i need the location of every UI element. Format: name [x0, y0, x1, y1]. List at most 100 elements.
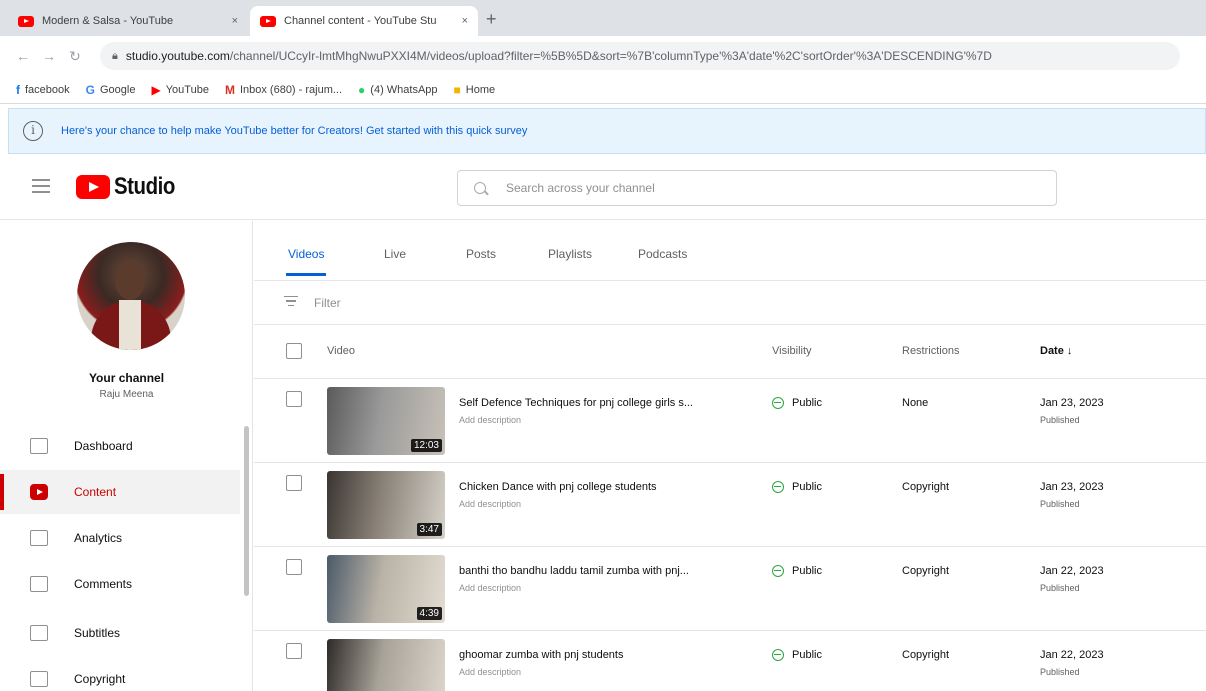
video-duration: 3:47	[416, 523, 442, 536]
video-duration: 4:39	[416, 607, 442, 620]
tab-posts[interactable]: Posts	[466, 247, 496, 261]
date-value: Jan 23, 2023	[1040, 397, 1104, 409]
visibility-cell[interactable]: Public	[772, 481, 822, 493]
visibility-cell[interactable]: Public	[772, 565, 822, 577]
subtitles-icon	[30, 625, 48, 641]
public-globe-icon	[772, 481, 784, 493]
sidebar-item-analytics[interactable]: Analytics	[0, 516, 240, 560]
browser-tab-strip: Modern & Salsa - YouTube × Channel conte…	[0, 0, 1206, 36]
copyright-icon	[30, 671, 48, 687]
video-description: Add description	[459, 415, 522, 425]
studio-header: Studio Search across your channel	[0, 158, 1206, 220]
browser-tab-title: Channel content - YouTube Stu	[284, 15, 437, 27]
video-description: Add description	[459, 499, 522, 509]
url-host: studio.youtube.com	[125, 49, 230, 63]
survey-banner: i Here's your chance to help make YouTub…	[8, 108, 1206, 154]
tab-podcasts[interactable]: Podcasts	[638, 247, 687, 261]
column-header-visibility: Visibility	[772, 345, 812, 357]
table-row[interactable]: ghoomar zumba with pnj students Add desc…	[254, 631, 1206, 691]
bookmark-whatsapp[interactable]: ● (4) WhatsApp	[358, 83, 438, 97]
row-checkbox[interactable]	[286, 643, 302, 659]
google-icon: G	[85, 82, 95, 97]
tab-live[interactable]: Live	[384, 247, 406, 261]
sidebar-item-label: Dashboard	[74, 439, 133, 453]
video-title[interactable]: Self Defence Techniques for pnj college …	[459, 397, 749, 409]
filter-input[interactable]: Filter	[314, 296, 341, 310]
video-thumbnail[interactable]: 4:39	[327, 555, 445, 623]
column-header-date[interactable]: Date ↓	[1040, 345, 1072, 357]
public-globe-icon	[772, 397, 784, 409]
browser-tab-active[interactable]: Channel content - YouTube Stu ×	[250, 6, 478, 36]
search-placeholder: Search across your channel	[506, 181, 655, 195]
bookmark-home[interactable]: ■ Home	[454, 83, 496, 97]
new-tab-icon[interactable]: +	[486, 10, 497, 28]
public-globe-icon	[772, 649, 784, 661]
visibility-cell[interactable]: Public	[772, 397, 822, 409]
whatsapp-icon: ●	[358, 82, 366, 97]
bookmark-label: facebook	[25, 83, 70, 96]
bookmark-facebook[interactable]: f facebook	[16, 83, 70, 97]
menu-icon[interactable]	[32, 179, 50, 197]
filter-icon[interactable]	[284, 295, 298, 310]
sidebar-item-dashboard[interactable]: Dashboard	[0, 424, 240, 468]
tab-playlists[interactable]: Playlists	[548, 247, 592, 261]
info-icon: i	[23, 121, 43, 141]
table-row[interactable]: 4:39 banthi tho bandhu laddu tamil zumba…	[254, 547, 1206, 631]
bookmark-youtube[interactable]: ▶ YouTube	[151, 83, 208, 97]
sidebar-item-copyright[interactable]: Copyright	[0, 657, 240, 691]
youtube-icon: ▶	[151, 82, 161, 97]
select-all-checkbox[interactable]	[286, 343, 302, 359]
row-checkbox[interactable]	[286, 559, 302, 575]
url-path: /channel/UCcyIr-lmtMhgNwuPXXI4M/videos/u…	[229, 49, 992, 63]
visibility-value: Public	[792, 649, 822, 661]
video-thumbnail[interactable]	[327, 639, 445, 691]
bookmarks-bar: f facebook G Google ▶ YouTube M Inbox (6…	[0, 76, 1206, 104]
browser-tab-title: Modern & Salsa - YouTube	[42, 15, 174, 27]
row-checkbox[interactable]	[286, 391, 302, 407]
sidebar-item-subtitles[interactable]: Subtitles	[0, 611, 240, 655]
sidebar-item-content[interactable]: Content	[0, 470, 240, 514]
restrictions-value: Copyright	[902, 481, 950, 493]
sidebar-item-label: Content	[74, 485, 117, 499]
row-checkbox[interactable]	[286, 475, 302, 491]
channel-search-input[interactable]: Search across your channel	[457, 170, 1057, 206]
restrictions-value: Copyright	[902, 649, 950, 661]
filter-bar[interactable]: Filter	[254, 281, 1206, 325]
table-row[interactable]: 3:47 Chicken Dance with pnj college stud…	[254, 463, 1206, 547]
bookmark-gmail[interactable]: M Inbox (680) - rajum...	[225, 83, 342, 97]
close-tab-icon[interactable]: ×	[232, 15, 238, 27]
tab-videos[interactable]: Videos	[285, 247, 328, 276]
comments-icon	[30, 576, 48, 592]
forward-icon[interactable]: →	[38, 48, 60, 64]
bookmark-google[interactable]: G Google	[86, 83, 136, 97]
browser-toolbar: ← → ↻ 🔒︎ studio.youtube.com /channel/UCc…	[0, 36, 1206, 76]
visibility-value: Public	[792, 565, 822, 577]
browser-tab[interactable]: Modern & Salsa - YouTube ×	[8, 6, 248, 36]
video-thumbnail[interactable]: 3:47	[327, 471, 445, 539]
video-thumbnail[interactable]: 12:03	[327, 387, 445, 455]
sidebar-item-label: Analytics	[74, 531, 123, 545]
sidebar-item-comments[interactable]: Comments	[0, 562, 240, 606]
address-bar[interactable]: 🔒︎ studio.youtube.com /channel/UCcyIr-lm…	[100, 42, 1180, 70]
video-title[interactable]: banthi tho bandhu laddu tamil zumba with…	[459, 565, 749, 577]
publish-status: Published	[1040, 499, 1080, 509]
visibility-cell[interactable]: Public	[772, 649, 822, 661]
gmail-icon: M	[224, 82, 235, 97]
bookmark-label: Google	[100, 83, 136, 96]
close-tab-icon[interactable]: ×	[462, 15, 468, 27]
sidebar-scrollbar[interactable]	[244, 426, 249, 596]
reload-icon[interactable]: ↻	[64, 48, 86, 65]
channel-avatar[interactable]	[77, 242, 185, 350]
back-icon[interactable]: ←	[12, 48, 34, 64]
table-row[interactable]: 12:03 Self Defence Techniques for pnj co…	[254, 379, 1206, 463]
video-title[interactable]: Chicken Dance with pnj college students	[459, 481, 749, 493]
survey-link[interactable]: Here's your chance to help make YouTube …	[61, 125, 527, 137]
visibility-value: Public	[792, 397, 822, 409]
bookmark-label: YouTube	[165, 83, 209, 96]
bookmark-label: Home	[465, 83, 496, 96]
video-description: Add description	[459, 667, 522, 677]
video-title[interactable]: ghoomar zumba with pnj students	[459, 649, 749, 661]
analytics-icon	[30, 530, 48, 546]
studio-logo[interactable]: Studio	[76, 173, 186, 201]
channel-owner: Raju Meena	[99, 389, 154, 400]
